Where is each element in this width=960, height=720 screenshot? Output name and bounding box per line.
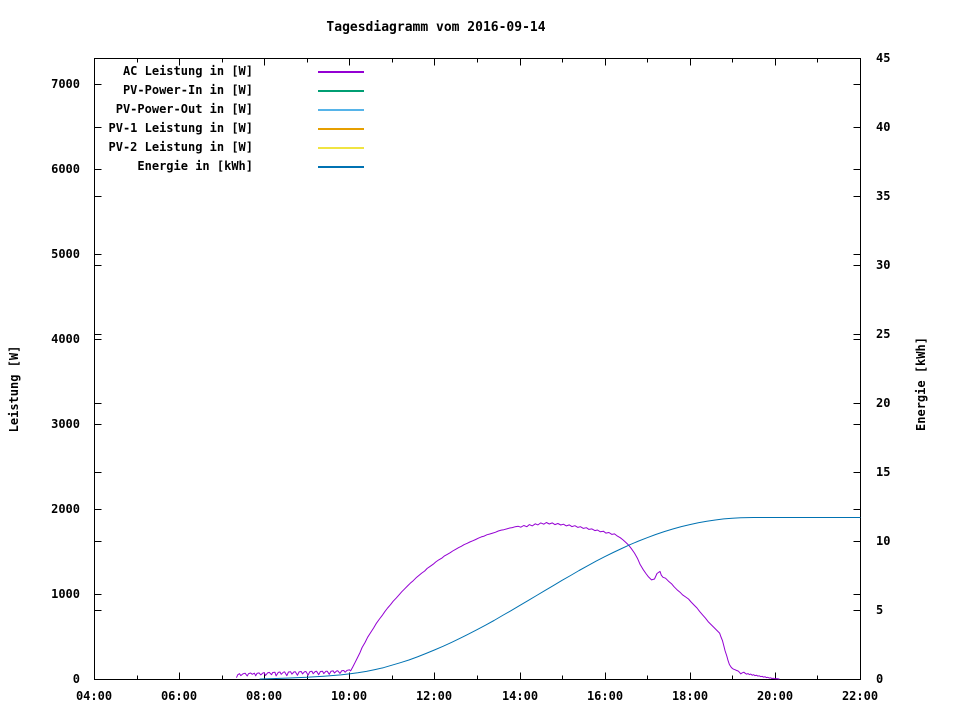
- legend-item: PV-Power-In in [W]: [93, 81, 373, 100]
- svg-text:35: 35: [876, 189, 890, 203]
- svg-text:1000: 1000: [51, 587, 80, 601]
- legend-label: PV-Power-Out in [W]: [115, 102, 253, 116]
- svg-text:12:00: 12:00: [416, 689, 452, 703]
- legend-item: Energie in [kWh]: [93, 157, 373, 176]
- svg-text:04:00: 04:00: [76, 689, 112, 703]
- svg-text:10: 10: [876, 534, 890, 548]
- svg-text:16:00: 16:00: [587, 689, 623, 703]
- legend-label: PV-Power-In in [W]: [122, 83, 253, 97]
- legend-item: PV-Power-Out in [W]: [93, 100, 373, 119]
- legend-label: PV-2 Leistung in [W]: [108, 140, 254, 154]
- svg-text:20: 20: [876, 396, 890, 410]
- legend-line-swatch: [318, 128, 364, 130]
- svg-text:18:00: 18:00: [672, 689, 708, 703]
- legend-label: Energie in [kWh]: [137, 159, 253, 173]
- svg-text:06:00: 06:00: [161, 689, 197, 703]
- chart-page: Tagesdiagramm vom 2016-09-14 Leistung [W…: [0, 0, 960, 720]
- svg-text:25: 25: [876, 327, 890, 341]
- svg-text:22:00: 22:00: [842, 689, 878, 703]
- svg-text:45: 45: [876, 51, 890, 65]
- svg-text:5000: 5000: [51, 247, 80, 261]
- legend-label: PV-1 Leistung in [W]: [108, 121, 254, 135]
- legend-item: AC Leistung in [W]: [93, 62, 373, 81]
- legend-item: PV-1 Leistung in [W]: [93, 119, 373, 138]
- legend-line-swatch: [318, 147, 364, 149]
- svg-text:3000: 3000: [51, 417, 80, 431]
- svg-text:15: 15: [876, 465, 890, 479]
- svg-text:6000: 6000: [51, 162, 80, 176]
- svg-text:40: 40: [876, 120, 890, 134]
- svg-text:14:00: 14:00: [502, 689, 538, 703]
- svg-text:2000: 2000: [51, 502, 80, 516]
- svg-text:20:00: 20:00: [757, 689, 793, 703]
- legend-line-swatch: [318, 71, 364, 73]
- svg-text:10:00: 10:00: [331, 689, 367, 703]
- svg-text:0: 0: [73, 672, 80, 686]
- legend-item: PV-2 Leistung in [W]: [93, 138, 373, 157]
- svg-text:7000: 7000: [51, 77, 80, 91]
- svg-text:30: 30: [876, 258, 890, 272]
- legend: AC Leistung in [W] PV-Power-In in [W] PV…: [93, 62, 373, 176]
- svg-text:5: 5: [876, 603, 883, 617]
- svg-text:0: 0: [876, 672, 883, 686]
- svg-text:08:00: 08:00: [246, 689, 282, 703]
- legend-line-swatch: [318, 166, 364, 168]
- svg-text:4000: 4000: [51, 332, 80, 346]
- legend-line-swatch: [318, 90, 364, 92]
- legend-label: AC Leistung in [W]: [122, 64, 253, 78]
- legend-line-swatch: [318, 109, 364, 111]
